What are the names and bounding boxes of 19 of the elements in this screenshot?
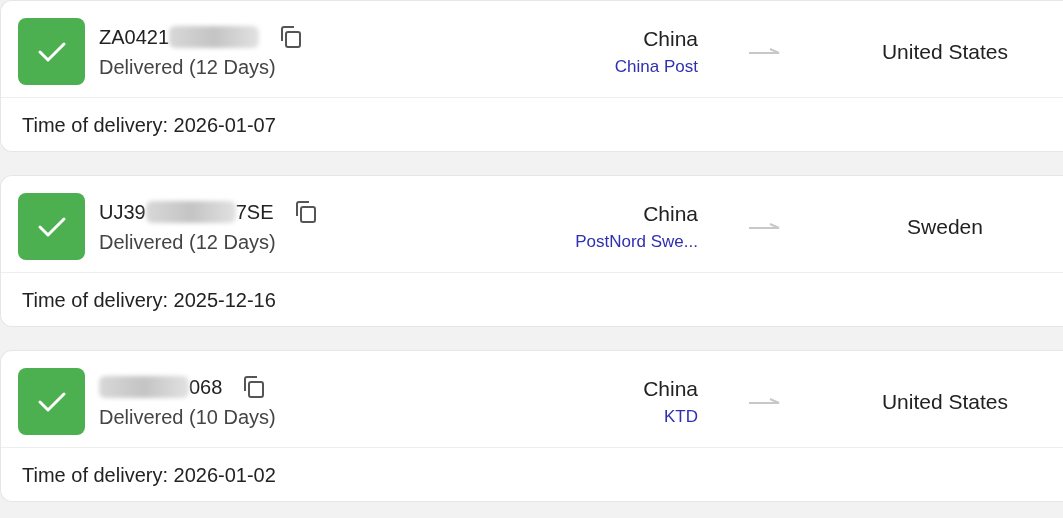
delivery-time: Time of delivery: 2026-01-02: [22, 464, 276, 486]
origin-country: China: [643, 26, 698, 51]
origin-country: China: [643, 201, 698, 226]
carrier-link[interactable]: PostNord Swe...: [575, 231, 698, 252]
delivery-time: Time of delivery: 2025-12-16: [22, 289, 276, 311]
tracking-number: 068: [189, 375, 223, 399]
carrier-link[interactable]: China Post: [614, 56, 698, 77]
tracking-number: UJ39: [99, 200, 146, 224]
destination-country: United States: [881, 389, 1010, 414]
carrier-link[interactable]: KTD: [664, 406, 698, 427]
origin-country: China: [643, 376, 698, 401]
status-text: Delivered (12 Days): [99, 56, 277, 79]
status-text: Delivered (10 Days): [99, 406, 277, 429]
tracking-number: 7SE: [235, 200, 274, 224]
delivery-time: Time of delivery: 2026-01-07: [22, 114, 276, 136]
destination-country: United States: [881, 39, 1010, 64]
tracking-number: ZA0421: [99, 25, 170, 49]
status-text: Delivered (12 Days): [99, 231, 277, 254]
destination-country: Sweden: [907, 214, 984, 239]
